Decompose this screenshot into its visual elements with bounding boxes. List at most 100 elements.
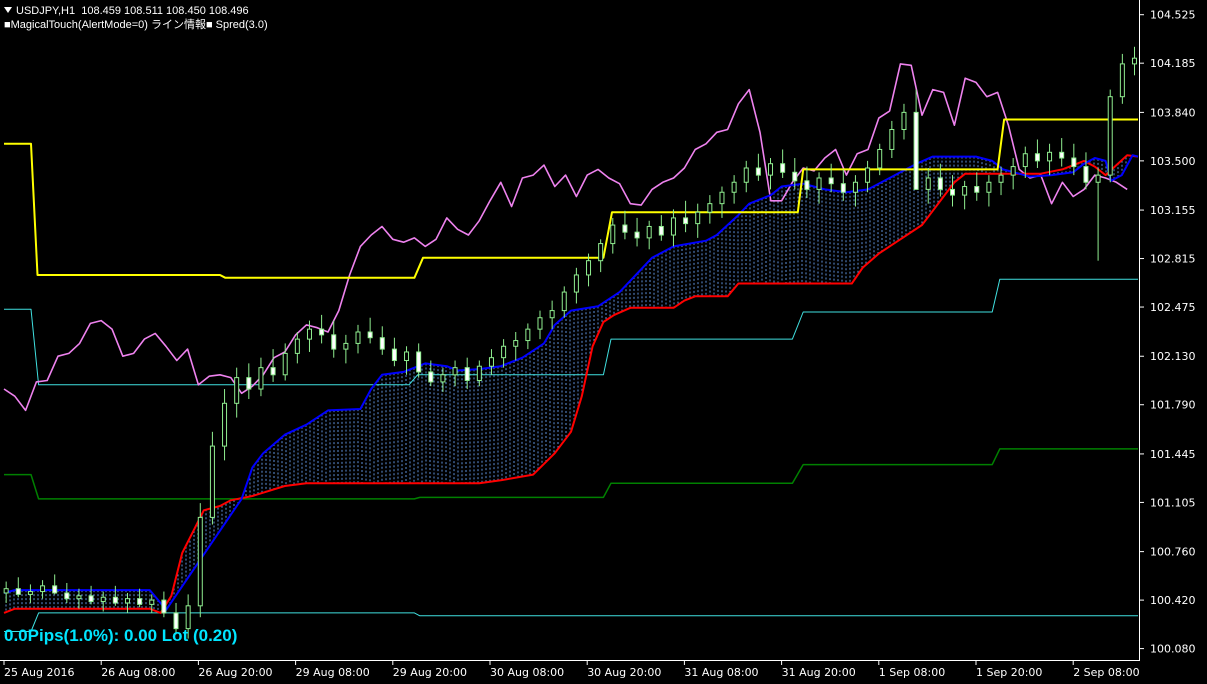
candle-body bbox=[670, 217, 676, 236]
candle-body bbox=[561, 291, 567, 312]
candle-body bbox=[501, 345, 507, 359]
candle-body bbox=[937, 177, 943, 190]
candle-body bbox=[464, 367, 470, 381]
candle-body bbox=[40, 585, 46, 593]
symbol-label: USDJPY,H1 bbox=[16, 5, 76, 17]
candle-body bbox=[488, 357, 494, 367]
candle-body bbox=[852, 181, 858, 193]
price-tick-label: 103.500 bbox=[1150, 155, 1196, 168]
price-tick-label: 103.840 bbox=[1150, 106, 1196, 119]
candle-body bbox=[804, 180, 810, 190]
time-tick-label: 2 Sep 08:00 bbox=[1073, 666, 1139, 679]
candle-body bbox=[731, 181, 737, 193]
candle-body bbox=[889, 128, 895, 150]
candle-body bbox=[925, 177, 931, 190]
candle-body bbox=[573, 274, 579, 293]
candle-body bbox=[1119, 63, 1125, 98]
candle-body bbox=[658, 225, 664, 236]
chart-header-symbol: USDJPY,H1 108.459 108.511 108.450 108.49… bbox=[4, 5, 249, 18]
candle-body bbox=[634, 231, 640, 239]
candle-body bbox=[416, 351, 422, 373]
candle-body bbox=[197, 516, 203, 607]
candle-body bbox=[1059, 151, 1065, 159]
candle-body bbox=[1047, 151, 1053, 162]
price-tick-label: 100.760 bbox=[1150, 546, 1196, 559]
time-tick-label: 30 Aug 20:00 bbox=[587, 666, 661, 679]
candle-body bbox=[950, 188, 956, 196]
candle-body bbox=[15, 588, 21, 595]
candle-body bbox=[1083, 166, 1089, 183]
candle-body bbox=[391, 348, 397, 362]
candle-body bbox=[695, 211, 701, 225]
candle-body bbox=[865, 167, 871, 183]
candle-body bbox=[513, 340, 519, 347]
candle-body bbox=[234, 377, 240, 404]
candle-body bbox=[537, 317, 543, 330]
price-chart[interactable]: 104.525 104.185 103.840 103.500 103.155 102.8… bbox=[0, 0, 1207, 684]
chart-background bbox=[0, 0, 1207, 684]
candle-body bbox=[962, 186, 968, 196]
lot-status-text: 0.0Pips(1.0%): 0.00 Lot (0.20) bbox=[4, 626, 238, 645]
candle-body bbox=[3, 588, 9, 594]
candle-body bbox=[598, 243, 604, 262]
candle-body bbox=[343, 342, 349, 350]
dropdown-triangle-icon[interactable] bbox=[4, 7, 12, 13]
candle-body bbox=[319, 328, 325, 336]
time-tick-label: 29 Aug 08:00 bbox=[296, 666, 370, 679]
candle-body bbox=[246, 377, 252, 390]
candle-body bbox=[707, 203, 713, 213]
candle-body bbox=[149, 599, 155, 605]
candle-body bbox=[683, 217, 689, 225]
price-tick-label: 104.185 bbox=[1150, 57, 1196, 70]
candle-body bbox=[367, 331, 373, 339]
candle-body bbox=[998, 174, 1004, 183]
candle-body bbox=[331, 334, 337, 350]
price-tick-label: 102.475 bbox=[1150, 301, 1196, 314]
candle-body bbox=[877, 148, 883, 169]
candle-body bbox=[816, 177, 822, 190]
time-tick-label: 31 Aug 20:00 bbox=[782, 666, 856, 679]
candle-body bbox=[100, 596, 106, 603]
candle-body bbox=[622, 224, 628, 233]
candle-body bbox=[440, 374, 446, 383]
price-tick-label: 100.080 bbox=[1150, 643, 1196, 656]
time-tick-label: 29 Aug 20:00 bbox=[393, 666, 467, 679]
candle-body bbox=[428, 371, 434, 383]
candle-body bbox=[282, 352, 288, 376]
time-tick-label: 26 Aug 20:00 bbox=[198, 666, 272, 679]
candle-body bbox=[1010, 166, 1016, 176]
candle-body bbox=[780, 163, 786, 173]
price-tick-label: 101.445 bbox=[1150, 448, 1196, 461]
candle-body bbox=[1131, 57, 1137, 65]
candle-body bbox=[755, 167, 761, 176]
candle-body bbox=[768, 163, 774, 176]
candle-body bbox=[646, 225, 652, 239]
candle-body bbox=[1071, 157, 1077, 168]
candle-body bbox=[1095, 174, 1101, 183]
candle-body bbox=[476, 365, 482, 381]
candle-body bbox=[610, 224, 616, 245]
candle-body bbox=[355, 331, 361, 344]
candle-body bbox=[294, 338, 300, 354]
candle-body bbox=[840, 183, 846, 193]
candle-body bbox=[76, 595, 82, 600]
price-tick-label: 101.105 bbox=[1150, 496, 1196, 509]
candle-body bbox=[792, 171, 798, 182]
candle-body bbox=[27, 591, 33, 595]
candle-body bbox=[1022, 153, 1028, 168]
candle-body bbox=[828, 177, 834, 185]
candle-body bbox=[222, 402, 228, 447]
indicator-label: ■MagicalTouch(AlertMode=0) ライン情報■ Spred(… bbox=[4, 19, 268, 31]
candle-body bbox=[913, 111, 919, 190]
candle-body bbox=[986, 181, 992, 193]
time-tick-label: 1 Sep 20:00 bbox=[976, 666, 1042, 679]
price-tick-label: 103.155 bbox=[1150, 204, 1196, 217]
candle-body bbox=[974, 186, 980, 193]
price-tick-label: 100.420 bbox=[1150, 594, 1196, 607]
candle-body bbox=[586, 260, 592, 276]
candle-body bbox=[743, 167, 749, 183]
price-tick-label: 102.130 bbox=[1150, 350, 1196, 363]
time-tick-label: 30 Aug 08:00 bbox=[490, 666, 564, 679]
candle-body bbox=[719, 191, 725, 205]
candle-body bbox=[404, 351, 410, 362]
